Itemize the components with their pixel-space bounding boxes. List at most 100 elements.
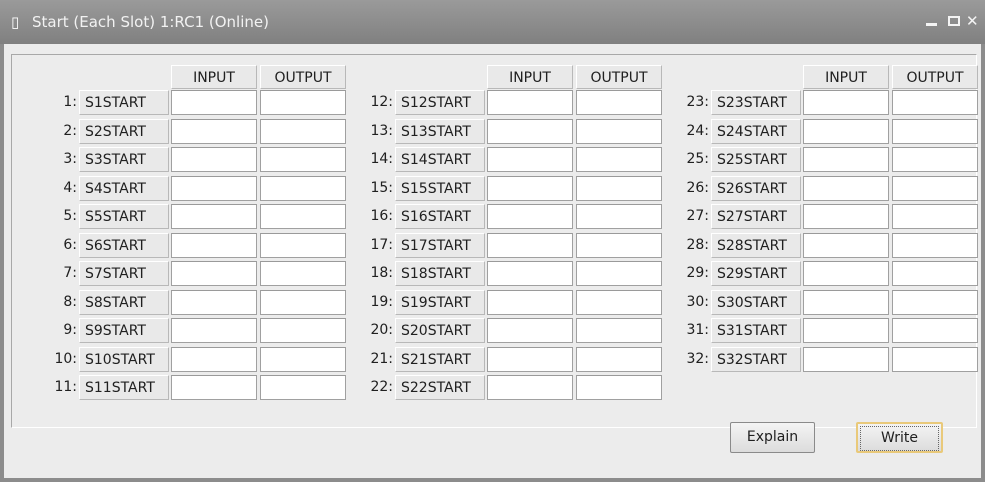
- input-field[interactable]: [171, 90, 257, 115]
- input-field[interactable]: [487, 261, 573, 286]
- slot-name-label: S30START: [711, 290, 801, 315]
- slot-name-label: S3START: [79, 147, 169, 172]
- input-field[interactable]: [487, 119, 573, 144]
- input-field[interactable]: [171, 119, 257, 144]
- slot-name-label: S15START: [395, 176, 485, 201]
- input-field[interactable]: [171, 176, 257, 201]
- slot-number-label: 30:: [686, 294, 709, 310]
- input-field[interactable]: [171, 233, 257, 258]
- input-field[interactable]: [487, 318, 573, 343]
- input-field[interactable]: [171, 147, 257, 172]
- slot-name-label: S26START: [711, 176, 801, 201]
- input-field[interactable]: [171, 318, 257, 343]
- slot-name-label: S13START: [395, 119, 485, 144]
- output-field[interactable]: [892, 147, 978, 172]
- title-bar[interactable]: ▯ Start (Each Slot) 1:RC1 (Online) ✕: [0, 0, 985, 44]
- input-field[interactable]: [171, 290, 257, 315]
- slot-number-label: 19:: [370, 294, 393, 310]
- slot-number-label: 6:: [63, 237, 77, 253]
- output-column-header: OUTPUT: [892, 65, 978, 89]
- write-button[interactable]: Write: [856, 422, 943, 453]
- input-field[interactable]: [803, 318, 889, 343]
- explain-button[interactable]: Explain: [730, 422, 815, 453]
- slot-name-label: S10START: [79, 347, 169, 372]
- slot-table-panel: INPUT OUTPUT 1: S1START 2: S2START 3: S3START 4:…: [11, 54, 978, 428]
- output-field[interactable]: [892, 90, 978, 115]
- slot-number-label: 18:: [370, 265, 393, 281]
- slot-number-label: 26:: [686, 180, 709, 196]
- input-field[interactable]: [487, 176, 573, 201]
- slot-name-label: S17START: [395, 233, 485, 258]
- slot-number-label: 8:: [63, 294, 77, 310]
- slot-name-label: S12START: [395, 90, 485, 115]
- slot-name-label: S21START: [395, 347, 485, 372]
- output-field[interactable]: [892, 290, 978, 315]
- slot-number-label: 9:: [63, 322, 77, 338]
- slot-number-label: 17:: [370, 237, 393, 253]
- input-field[interactable]: [487, 233, 573, 258]
- output-field[interactable]: [892, 261, 978, 286]
- input-column-header: INPUT: [803, 65, 889, 89]
- input-field[interactable]: [803, 347, 889, 372]
- slot-number-label: 4:: [63, 180, 77, 196]
- slot-number-label: 24:: [686, 123, 709, 139]
- slot-name-label: S29START: [711, 261, 801, 286]
- output-field[interactable]: [892, 119, 978, 144]
- input-field[interactable]: [487, 290, 573, 315]
- slot-name-label: S2START: [79, 119, 169, 144]
- slot-name-label: S19START: [395, 290, 485, 315]
- slot-number-label: 1:: [63, 94, 77, 110]
- input-field[interactable]: [803, 261, 889, 286]
- slot-name-label: S23START: [711, 90, 801, 115]
- output-field[interactable]: [892, 204, 978, 229]
- input-field[interactable]: [171, 261, 257, 286]
- slot-number-label: 2:: [63, 123, 77, 139]
- input-field[interactable]: [487, 347, 573, 372]
- slot-name-label: S27START: [711, 204, 801, 229]
- explain-button-label: Explain: [746, 429, 799, 445]
- slot-name-label: S7START: [79, 261, 169, 286]
- input-field[interactable]: [171, 375, 257, 400]
- output-field[interactable]: [892, 233, 978, 258]
- slot-name-label: S14START: [395, 147, 485, 172]
- input-field[interactable]: [803, 204, 889, 229]
- slot-number-label: 7:: [63, 265, 77, 281]
- input-field[interactable]: [803, 233, 889, 258]
- slot-number-label: 14:: [370, 151, 393, 167]
- slot-name-label: S5START: [79, 204, 169, 229]
- slot-name-label: S31START: [711, 318, 801, 343]
- slot-name-label: S18START: [395, 261, 485, 286]
- output-field[interactable]: [892, 347, 978, 372]
- input-field[interactable]: [803, 90, 889, 115]
- slot-number-label: 10:: [54, 351, 77, 367]
- output-field[interactable]: [892, 176, 978, 201]
- document-icon: ▯: [11, 13, 20, 31]
- minimize-icon[interactable]: [925, 10, 939, 32]
- close-icon[interactable]: ✕: [966, 10, 980, 32]
- input-field[interactable]: [487, 147, 573, 172]
- maximize-icon[interactable]: [947, 10, 961, 32]
- slot-number-label: 11:: [54, 379, 77, 395]
- slot-number-label: 12:: [370, 94, 393, 110]
- input-field[interactable]: [487, 90, 573, 115]
- input-field[interactable]: [803, 176, 889, 201]
- input-field[interactable]: [487, 375, 573, 400]
- output-field[interactable]: [576, 375, 662, 400]
- output-field[interactable]: [892, 318, 978, 343]
- input-field[interactable]: [487, 204, 573, 229]
- slot-name-label: S25START: [711, 147, 801, 172]
- slot-name-label: S22START: [395, 375, 485, 400]
- input-field[interactable]: [171, 347, 257, 372]
- slot-name-label: S11START: [79, 375, 169, 400]
- input-field[interactable]: [803, 147, 889, 172]
- slot-number-label: 15:: [370, 180, 393, 196]
- slot-number-label: 21:: [370, 351, 393, 367]
- input-column-header: INPUT: [171, 65, 257, 89]
- slot-name-label: S9START: [79, 318, 169, 343]
- input-column-header: INPUT: [487, 65, 573, 89]
- slot-name-label: S4START: [79, 176, 169, 201]
- input-field[interactable]: [803, 119, 889, 144]
- input-field[interactable]: [803, 290, 889, 315]
- input-field[interactable]: [171, 204, 257, 229]
- slot-name-label: S8START: [79, 290, 169, 315]
